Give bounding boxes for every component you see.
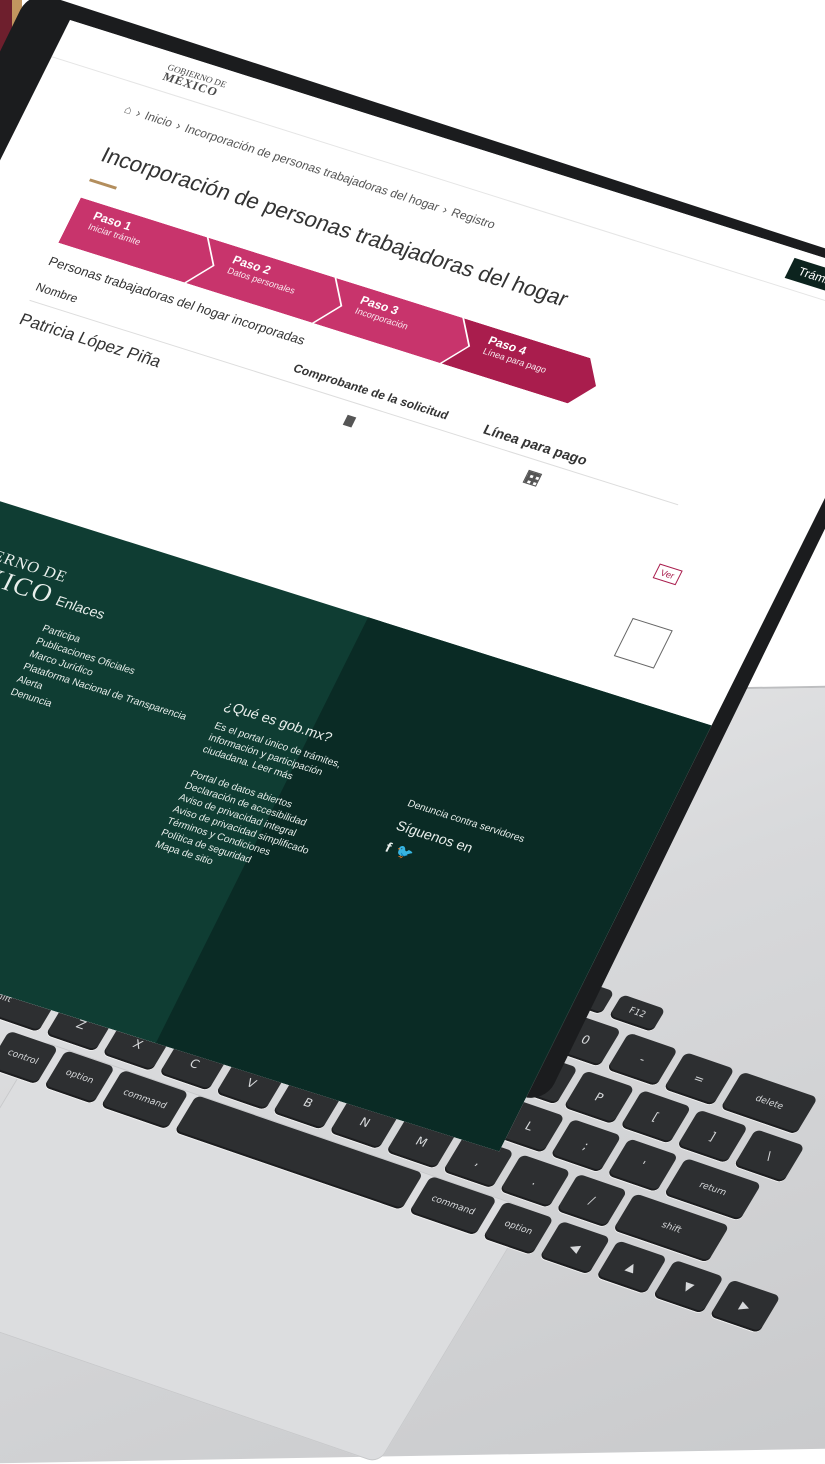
key-symbol: ▲ xyxy=(595,1240,668,1295)
key-symbol: ; xyxy=(550,1118,622,1173)
gob-logo-small[interactable]: GOBIERNO DE MÉXICO xyxy=(160,62,228,99)
key-symbol: ] xyxy=(676,1109,749,1164)
key-symbol: - xyxy=(606,1032,678,1087)
breadcrumb-separator: › xyxy=(173,118,184,133)
breadcrumb-separator: › xyxy=(133,106,144,120)
key-option: option xyxy=(482,1201,554,1255)
title-underline xyxy=(88,178,118,190)
breadcrumb-inicio[interactable]: Inicio xyxy=(142,109,175,130)
side-box[interactable] xyxy=(613,617,673,669)
qr-code-icon[interactable] xyxy=(522,469,543,487)
document-icon[interactable] xyxy=(342,414,357,428)
breadcrumb-separator: › xyxy=(440,202,451,217)
key-option: option xyxy=(43,1050,116,1104)
key-symbol: ◀ xyxy=(539,1220,611,1275)
key-symbol: [ xyxy=(620,1089,692,1144)
key-symbol: . xyxy=(499,1154,571,1208)
ver-button[interactable]: Ver xyxy=(652,563,683,586)
key-symbol: ' xyxy=(607,1138,679,1193)
key-symbol: = xyxy=(663,1052,735,1106)
key-p: P xyxy=(563,1070,635,1125)
footer-links: Enlaces Participa Publicaciones Oficiale… xyxy=(8,593,223,750)
key-symbol: / xyxy=(556,1173,628,1228)
breadcrumb-registro: Registro xyxy=(448,205,498,232)
home-icon[interactable]: ⌂ xyxy=(122,102,135,117)
